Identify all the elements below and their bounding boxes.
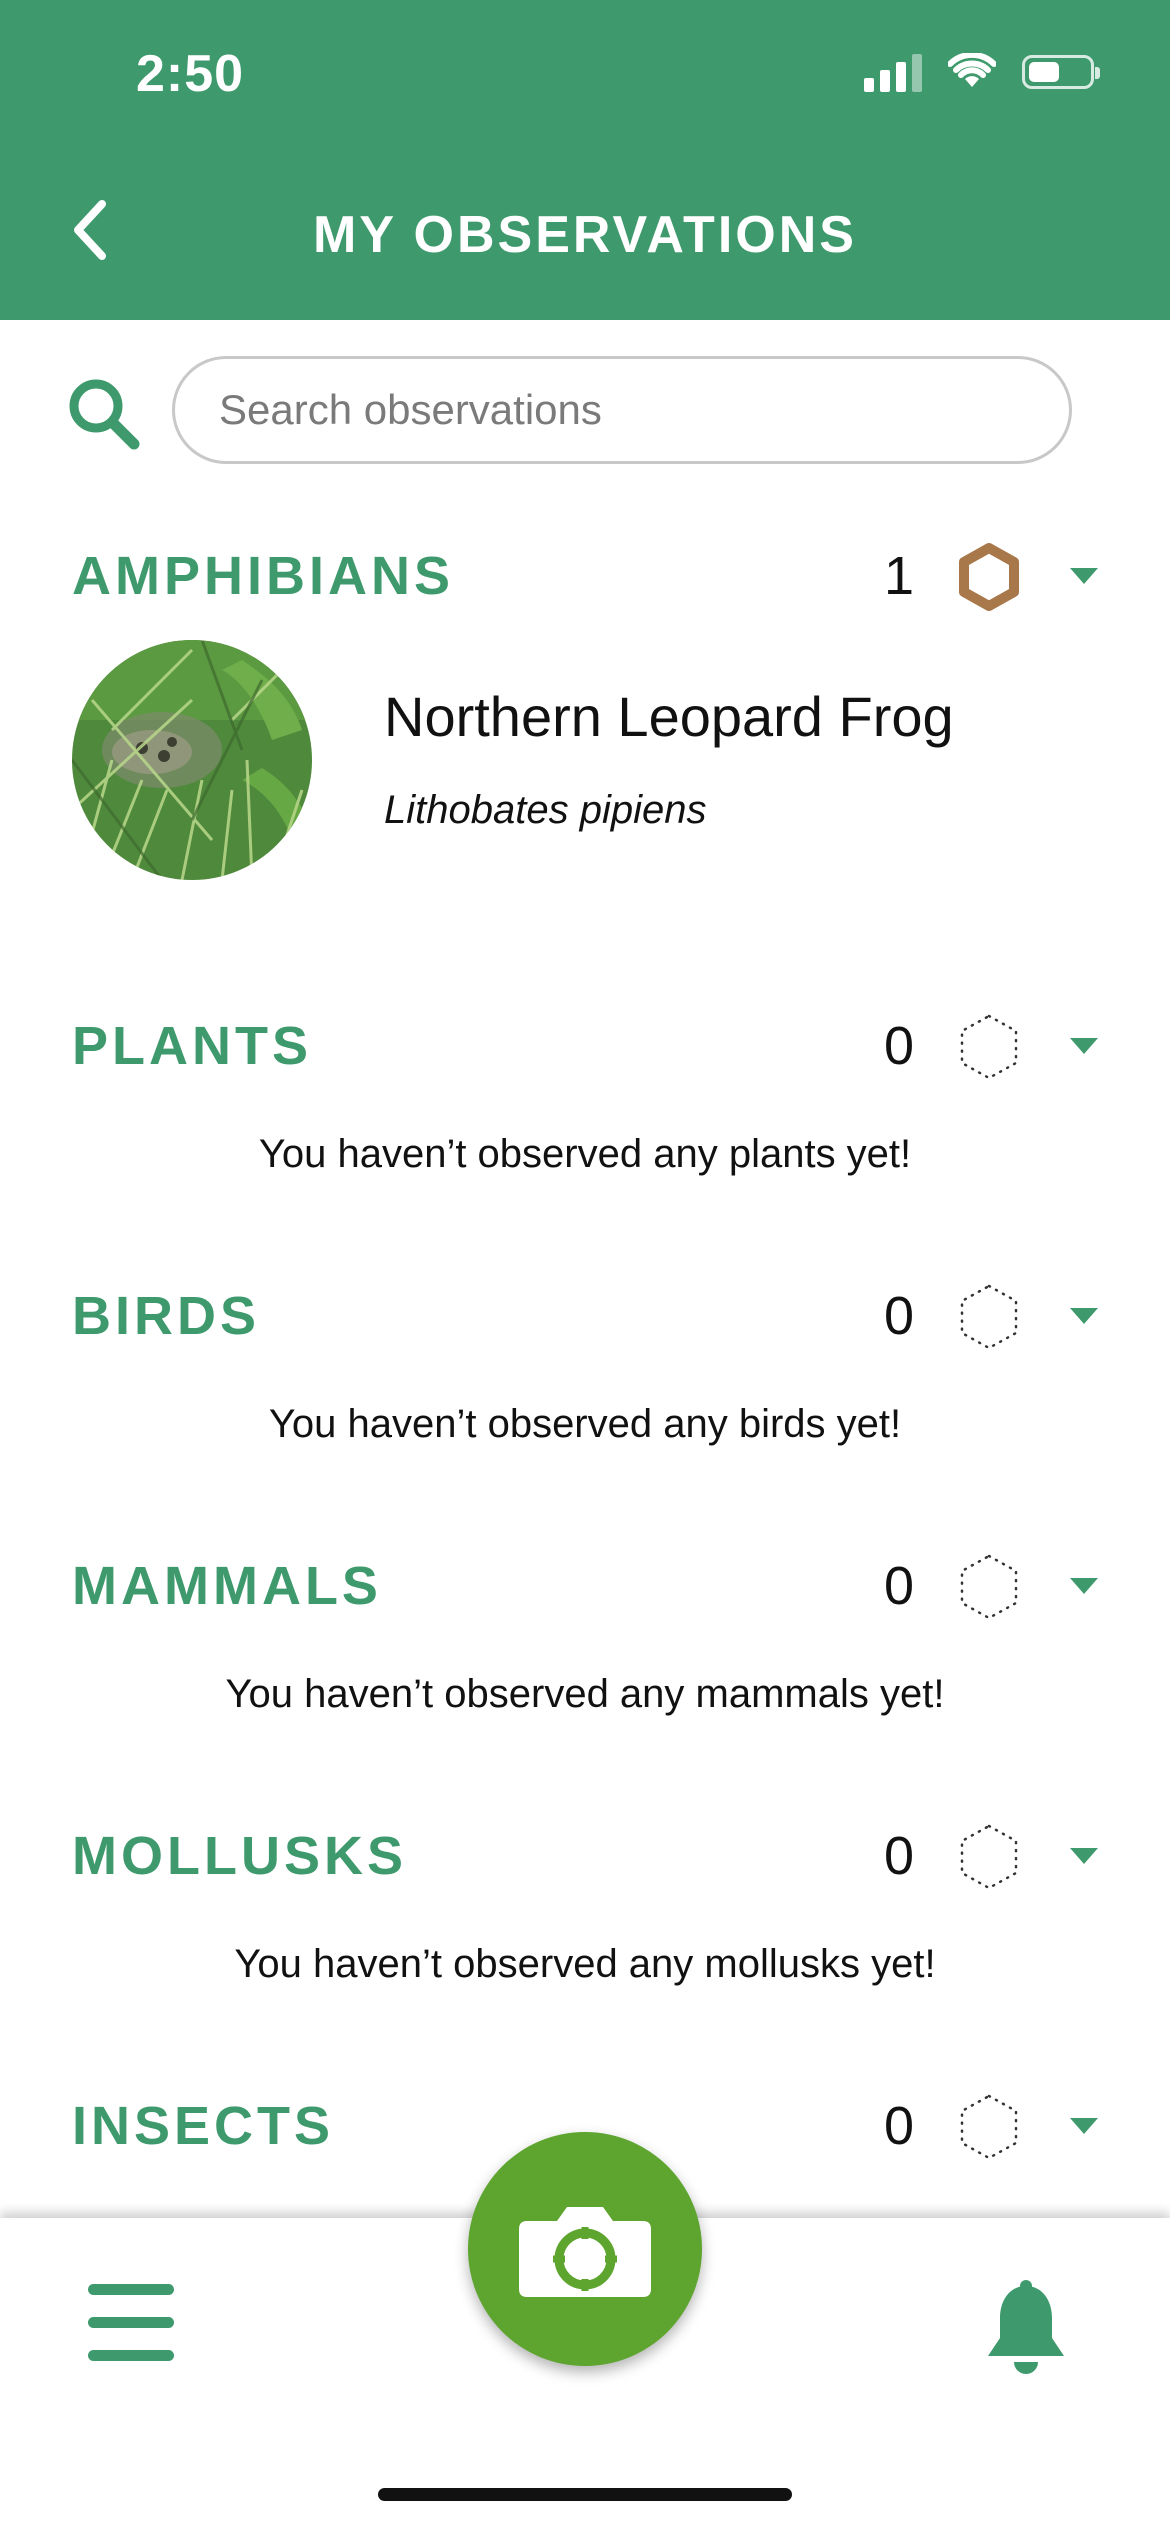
cellular-signal-icon [864,52,922,92]
empty-message: You haven’t observed any mollusks yet! [234,1942,936,1986]
section-title: MOLLUSKS [72,1826,407,1886]
caret-down-icon[interactable] [1068,1574,1100,1598]
empty-message: You haven’t observed any birds yet! [268,1402,902,1446]
caret-down-icon[interactable] [1068,1034,1100,1058]
section-header-birds[interactable]: BIRDS 0 [0,1276,1170,1356]
section-count: 1 [883,546,914,606]
camera-button[interactable] [468,2132,702,2366]
battery-icon [1022,55,1100,89]
observation-common-name: Northern Leopard Frog [384,685,954,748]
empty-dotted-badge-icon [960,2094,1018,2160]
caret-down-icon[interactable] [1068,2114,1100,2138]
page-title: MY OBSERVATIONS [313,206,857,264]
section-header-mollusks[interactable]: MOLLUSKS 0 [0,1816,1170,1896]
search-input[interactable] [172,356,1072,464]
section-count: 0 [883,1016,914,1076]
wifi-icon [948,53,996,87]
observation-scientific-name: Lithobates pipiens [384,788,707,832]
empty-dotted-badge-icon [960,1014,1018,1080]
caret-down-icon[interactable] [1068,1844,1100,1868]
section-title: PLANTS [72,1016,312,1076]
caret-down-icon[interactable] [1068,564,1100,588]
section-title: INSECTS [72,2096,335,2156]
camera-icon [519,2207,651,2297]
section-header-mammals[interactable]: MAMMALS 0 [0,1546,1170,1626]
section-title: BIRDS [72,1286,261,1346]
observation-photo [72,640,312,880]
empty-dotted-badge-icon [960,1554,1018,1620]
home-indicator [378,2488,792,2501]
empty-dotted-badge-icon [960,1824,1018,1890]
observation-card[interactable]: Northern Leopard Frog Lithobates pipiens [72,640,1098,880]
hamburger-menu-icon[interactable] [88,2284,174,2361]
section-title: AMPHIBIANS [72,546,455,606]
empty-dotted-badge-icon [960,1284,1018,1350]
bronze-hexagon-badge-icon [959,543,1019,611]
search-icon[interactable] [66,376,142,452]
section-header-amphibians[interactable]: AMPHIBIANS 1 [0,536,1170,616]
empty-message: You haven’t observed any mammals yet! [225,1672,945,1716]
empty-message: You haven’t observed any plants yet! [258,1132,912,1176]
status-time: 2:50 [136,45,245,103]
section-count: 0 [883,1286,914,1346]
caret-down-icon[interactable] [1068,1304,1100,1328]
section-count: 0 [883,1826,914,1886]
section-count: 0 [883,2096,914,2156]
section-title: MAMMALS [72,1556,382,1616]
app-header: 2:50 MY OBSERVATIONS [0,0,1170,320]
bell-icon[interactable] [980,2278,1072,2376]
section-header-plants[interactable]: PLANTS 0 [0,1006,1170,1086]
status-icons [864,52,1100,92]
section-count: 0 [883,1556,914,1616]
